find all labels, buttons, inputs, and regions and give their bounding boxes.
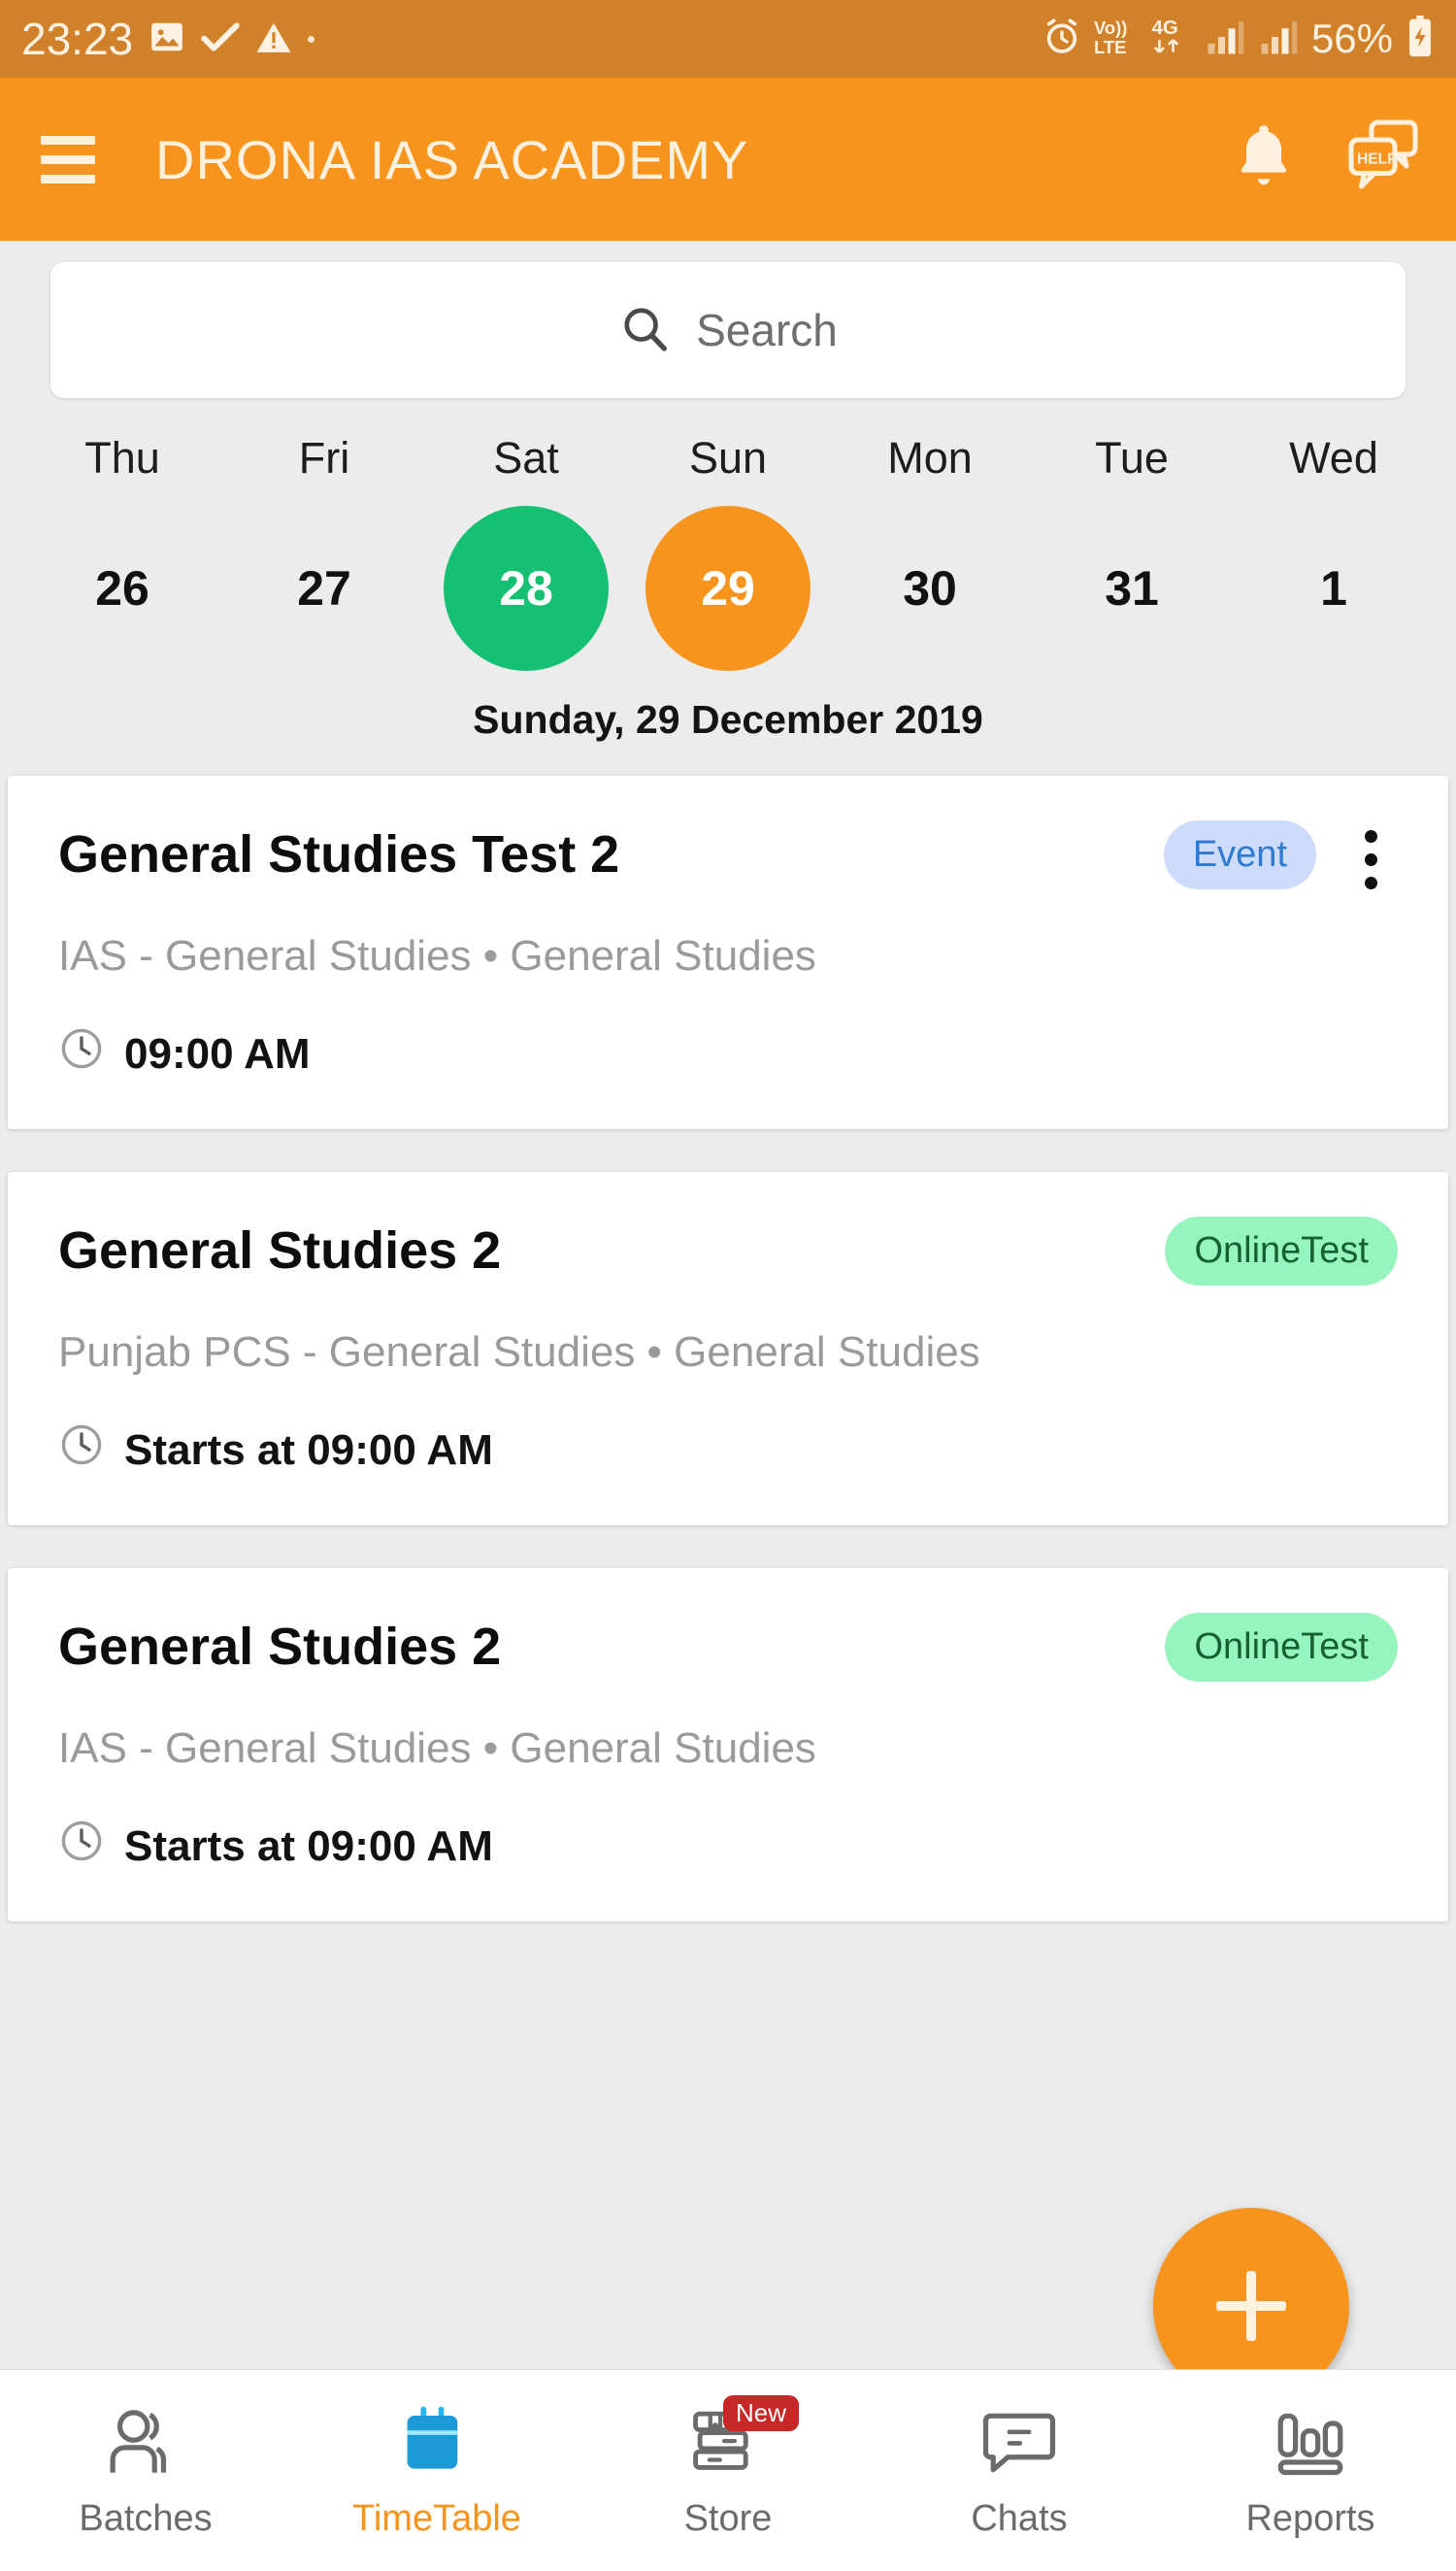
week-strip: Thu Fri Sat Sun Mon Tue Wed 26 27 28 29 … xyxy=(0,408,1456,672)
bell-icon[interactable] xyxy=(1229,119,1299,200)
status-badge: OnlineTest xyxy=(1165,1217,1398,1286)
day-cell-31[interactable]: 31 xyxy=(1031,505,1233,672)
volte-icon: Vo)) LTE xyxy=(1094,16,1139,63)
card-header: General Studies 2 OnlineTest xyxy=(58,1215,1398,1286)
day-number-27: 27 xyxy=(297,561,351,616)
card-header: General Studies 2 OnlineTest xyxy=(58,1611,1398,1682)
day-number-1: 1 xyxy=(1320,561,1347,616)
people-icon xyxy=(107,2401,184,2479)
status-bar-left: 23:23 xyxy=(21,13,315,65)
bar-chart-icon xyxy=(1272,2401,1349,2479)
status-bar-right: Vo)) LTE 4G 56% xyxy=(1042,15,1435,63)
signal-bars-2-icon xyxy=(1258,17,1299,62)
card-time-label: Starts at 09:00 AM xyxy=(124,1821,493,1870)
checkmark-icon xyxy=(201,20,240,58)
day-name-wed: Wed xyxy=(1289,433,1378,483)
day-name-fri: Fri xyxy=(298,433,350,483)
day-cell-29[interactable]: 29 xyxy=(627,505,829,672)
help-chat-icon[interactable]: HELP xyxy=(1345,117,1421,203)
day-number-29-selected: 29 xyxy=(645,506,811,671)
day-name-mon: Mon xyxy=(887,433,973,483)
card-time-label: Starts at 09:00 AM xyxy=(124,1425,493,1474)
4g-icon: 4G xyxy=(1151,16,1192,63)
chat-bubble-icon xyxy=(980,2401,1058,2479)
help-label: HELP xyxy=(1357,150,1398,167)
hamburger-menu-icon[interactable] xyxy=(41,135,95,184)
status-badge: OnlineTest xyxy=(1165,1613,1398,1682)
nav-label-reports: Reports xyxy=(1245,2498,1375,2539)
signal-bars-icon xyxy=(1205,17,1245,62)
image-icon xyxy=(149,18,185,60)
svg-text:4G: 4G xyxy=(1152,17,1178,38)
nav-label-store: Store xyxy=(683,2498,773,2539)
day-name-sun: Sun xyxy=(688,433,768,483)
card-subtitle: IAS - General Studies • General Studies xyxy=(58,1724,816,1772)
nav-item-reports[interactable]: Reports xyxy=(1165,2401,1456,2540)
nav-label-chats: Chats xyxy=(971,2498,1068,2539)
card-time-label: 09:00 AM xyxy=(124,1029,311,1078)
app-screen: 23:23 Vo)) LTE 4G 56% DRONA IAS ACADEMY … xyxy=(0,0,1456,2571)
battery-icon xyxy=(1406,15,1435,63)
page-title: DRONA IAS ACADEMY xyxy=(155,128,749,190)
search-input[interactable]: Search xyxy=(50,262,1406,398)
search-icon xyxy=(618,302,671,359)
card-subtitle: IAS - General Studies • General Studies xyxy=(58,932,816,980)
schedule-list: General Studies Test 2 Event IAS - Gener… xyxy=(0,776,1456,1921)
nav-label-batches: Batches xyxy=(79,2498,213,2539)
day-cell-27[interactable]: 27 xyxy=(223,505,425,672)
nav-item-chats[interactable]: Chats xyxy=(874,2401,1165,2540)
card-header: General Studies Test 2 Event xyxy=(58,818,1398,889)
kebab-menu-icon[interactable] xyxy=(1343,830,1398,889)
svg-text:LTE: LTE xyxy=(1094,36,1126,56)
card-title: General Studies Test 2 xyxy=(58,825,620,884)
clock-icon xyxy=(58,1818,105,1875)
day-cell-30[interactable]: 30 xyxy=(829,505,1031,672)
status-bar: 23:23 Vo)) LTE 4G 56% xyxy=(0,0,1456,78)
new-badge: New xyxy=(723,2395,800,2431)
card-title: General Studies 2 xyxy=(58,1618,502,1676)
status-badge: Event xyxy=(1163,820,1316,889)
day-cell-26[interactable]: 26 xyxy=(21,505,223,672)
bottom-navigation: Batches TimeTable New Store Chats Report… xyxy=(0,2369,1456,2571)
nav-item-store[interactable]: New Store xyxy=(582,2395,874,2540)
card-time-row: Starts at 09:00 AM xyxy=(58,1421,1398,1479)
schedule-card[interactable]: General Studies 2 OnlineTest IAS - Gener… xyxy=(8,1568,1448,1921)
card-time-row: Starts at 09:00 AM xyxy=(58,1818,1398,1875)
day-cell-1[interactable]: 1 xyxy=(1233,505,1435,672)
clock-icon xyxy=(58,1421,105,1479)
calendar-icon xyxy=(398,2401,476,2479)
day-name-thu: Thu xyxy=(84,433,160,483)
schedule-card[interactable]: General Studies Test 2 Event IAS - Gener… xyxy=(8,776,1448,1129)
day-cell-28[interactable]: 28 xyxy=(425,505,627,672)
day-number-26: 26 xyxy=(95,561,149,616)
card-title: General Studies 2 xyxy=(58,1221,502,1280)
alarm-icon xyxy=(1042,17,1081,61)
app-bar-actions: HELP xyxy=(1229,117,1421,203)
selected-date-label: Sunday, 29 December 2019 xyxy=(0,672,1456,776)
card-subtitle: Punjab PCS - General Studies • General S… xyxy=(58,1328,980,1376)
schedule-card[interactable]: General Studies 2 OnlineTest Punjab PCS … xyxy=(8,1172,1448,1525)
status-clock: 23:23 xyxy=(21,14,134,64)
books-icon: New xyxy=(686,2395,800,2479)
day-number-30: 30 xyxy=(903,561,957,616)
nav-item-timetable[interactable]: TimeTable xyxy=(291,2401,582,2540)
clock-icon xyxy=(58,1025,105,1083)
day-number-28-today: 28 xyxy=(444,506,609,671)
day-name-tue: Tue xyxy=(1095,433,1169,483)
card-time-row: 09:00 AM xyxy=(58,1025,1398,1083)
app-bar: DRONA IAS ACADEMY HELP xyxy=(0,78,1456,241)
svg-text:Vo)): Vo)) xyxy=(1094,17,1127,37)
nav-item-batches[interactable]: Batches xyxy=(0,2401,291,2540)
search-placeholder: Search xyxy=(696,305,838,355)
warning-icon xyxy=(255,19,292,59)
dot-icon xyxy=(308,35,315,43)
nav-label-timetable: TimeTable xyxy=(352,2498,521,2539)
day-number-31: 31 xyxy=(1105,561,1159,616)
battery-percent-label: 56% xyxy=(1310,16,1393,61)
day-name-sat: Sat xyxy=(493,433,559,483)
search-section: Search xyxy=(0,241,1456,408)
